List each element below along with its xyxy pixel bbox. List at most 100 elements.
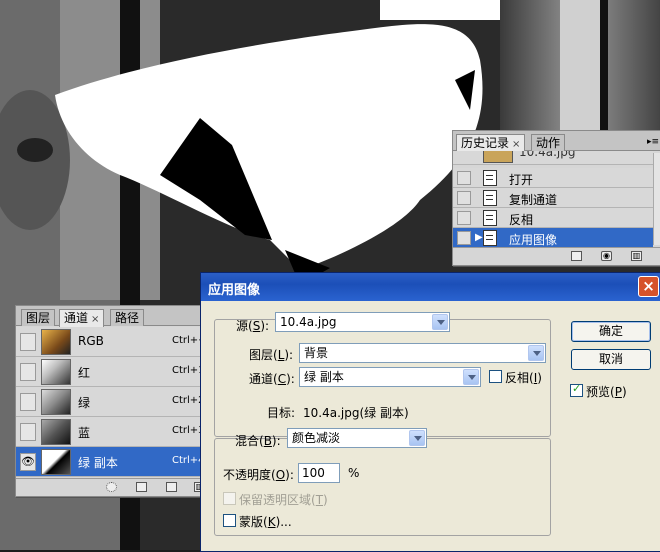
channel-row-blue[interactable]: 蓝 Ctrl+3 — [16, 417, 214, 447]
apply-image-dialog: 应用图像 × 源(S): 10.4a.jpg 图层(L): 背景 通道(C): … — [200, 272, 660, 552]
visibility-toggle[interactable] — [20, 423, 36, 441]
close-icon[interactable]: × — [512, 139, 520, 150]
history-item-label: 打开 — [509, 173, 534, 187]
chevron-down-icon — [528, 345, 544, 361]
invert-label: 反相(I) — [505, 371, 542, 385]
opacity-unit: % — [348, 466, 360, 480]
preserve-transparency-checkbox[interactable] — [223, 492, 236, 505]
tab-actions[interactable]: 动作 — [531, 134, 566, 151]
history-item-label: 复制通道 — [509, 193, 558, 207]
channel-label: 通道(C): — [249, 372, 295, 386]
trash-icon[interactable]: ▥ — [631, 251, 642, 261]
preserve-transparency-label: 保留透明区域(T) — [239, 493, 328, 507]
mask-label: 蒙版(K)... — [239, 515, 292, 529]
channel-thumbnail — [41, 389, 71, 415]
channel-thumbnail — [41, 329, 71, 355]
opacity-label: 不透明度(O): — [223, 468, 294, 482]
history-state-icon — [483, 230, 497, 246]
channel-thumbnail — [41, 419, 71, 445]
visibility-toggle[interactable] — [20, 363, 36, 381]
tab-actions-label: 动作 — [536, 136, 561, 150]
chevron-down-icon — [432, 314, 448, 330]
snapshot-label: 10.4a.jpg — [519, 151, 576, 159]
channel-select[interactable]: 绿 副本 — [299, 367, 481, 387]
camera-icon[interactable]: ◉ — [601, 251, 612, 261]
chevron-down-icon — [409, 430, 425, 446]
panel-menu-icon[interactable]: ▸≡ — [647, 137, 659, 147]
history-item-label: 反相 — [509, 213, 534, 227]
history-state-icon — [483, 170, 497, 186]
blending-label: 混合(B): — [235, 434, 281, 448]
tab-layers[interactable]: 图层 — [21, 309, 56, 326]
target-value: 10.4a.jpg(绿 副本) — [303, 406, 409, 420]
tab-history-label: 历史记录 — [461, 136, 510, 150]
blending-select[interactable]: 颜色减淡 — [287, 428, 427, 448]
channel-value: 绿 副本 — [304, 370, 344, 384]
load-selection-icon[interactable] — [106, 482, 117, 492]
chevron-down-icon — [463, 369, 479, 385]
channel-name: 红 — [78, 366, 91, 380]
history-state-icon — [483, 190, 497, 206]
tab-layers-label: 图层 — [26, 311, 51, 325]
source-value: 10.4a.jpg — [280, 315, 337, 329]
opacity-input[interactable]: 100 — [298, 463, 340, 483]
history-source-box[interactable] — [457, 231, 471, 245]
history-item[interactable]: 复制通道 — [453, 188, 653, 208]
history-panel: 历史记录 × 动作 ▸≡ 10.4a.jpg 打开 复制通道 反相 ▶ 应用图像 … — [452, 130, 660, 266]
channel-thumbnail — [41, 359, 71, 385]
tab-paths[interactable]: 路径 — [110, 309, 145, 326]
history-source-box[interactable] — [457, 191, 471, 205]
close-icon[interactable]: × — [638, 276, 659, 297]
dialog-title: 应用图像 — [208, 283, 261, 298]
blending-value: 颜色减淡 — [292, 431, 341, 445]
visibility-toggle[interactable] — [20, 333, 36, 351]
channel-thumbnail — [41, 449, 71, 475]
close-icon[interactable]: × — [91, 314, 99, 325]
history-snapshot-row[interactable]: 10.4a.jpg — [453, 151, 653, 165]
channel-name: 绿 — [78, 396, 91, 410]
invert-checkbox[interactable] — [489, 370, 502, 383]
save-selection-icon[interactable] — [136, 482, 147, 492]
channel-row-green-copy[interactable]: 👁 绿 副本 Ctrl+4 — [16, 447, 214, 477]
tab-channels[interactable]: 通道 × — [59, 309, 105, 327]
dialog-titlebar[interactable]: 应用图像 × — [201, 273, 660, 301]
channels-footer: ▥ — [16, 478, 214, 496]
history-source-box[interactable] — [457, 211, 471, 225]
history-pointer-icon: ▶ — [475, 232, 483, 243]
cancel-button[interactable]: 取消 — [571, 349, 651, 370]
opacity-value: 100 — [302, 466, 325, 480]
history-item[interactable]: 打开 — [453, 168, 653, 188]
channels-panel: 图层 通道 × 路径 RGB Ctrl+~ 红 Ctrl+1 绿 Ctrl+2 蓝… — [15, 305, 215, 497]
eye-icon[interactable]: 👁 — [20, 453, 36, 471]
tab-channels-label: 通道 — [64, 311, 89, 325]
tab-history[interactable]: 历史记录 × — [456, 134, 526, 152]
history-scrollbar[interactable] — [653, 153, 660, 245]
channel-row-rgb[interactable]: RGB Ctrl+~ — [16, 327, 214, 357]
layer-value: 背景 — [304, 346, 329, 360]
snapshot-thumbnail — [483, 151, 513, 163]
channel-row-red[interactable]: 红 Ctrl+1 — [16, 357, 214, 387]
layer-select[interactable]: 背景 — [299, 343, 546, 363]
source-label: 源(S): — [236, 319, 270, 333]
mask-checkbox[interactable] — [223, 514, 236, 527]
history-state-icon — [483, 210, 497, 226]
visibility-toggle[interactable] — [20, 393, 36, 411]
ok-button[interactable]: 确定 — [571, 321, 651, 342]
history-item-label: 应用图像 — [509, 233, 558, 247]
new-channel-icon[interactable] — [166, 482, 177, 492]
target-label: 目标: — [267, 406, 296, 420]
channel-name: 蓝 — [78, 426, 91, 440]
channel-row-green[interactable]: 绿 Ctrl+2 — [16, 387, 214, 417]
history-source-box[interactable] — [457, 171, 471, 185]
history-footer: ◉ ▥ — [453, 247, 660, 265]
tab-paths-label: 路径 — [115, 311, 140, 325]
channel-name: 绿 副本 — [78, 456, 118, 470]
channels-panel-tabbar: 图层 通道 × 路径 — [16, 306, 214, 327]
new-document-icon[interactable] — [571, 251, 582, 261]
history-item[interactable]: 反相 — [453, 208, 653, 228]
history-item-selected[interactable]: ▶ 应用图像 — [453, 228, 653, 248]
preview-checkbox[interactable] — [570, 382, 583, 397]
preview-label: 预览(P) — [586, 385, 627, 399]
source-select[interactable]: 10.4a.jpg — [275, 312, 450, 332]
history-panel-tabbar: 历史记录 × 动作 ▸≡ — [453, 131, 660, 152]
